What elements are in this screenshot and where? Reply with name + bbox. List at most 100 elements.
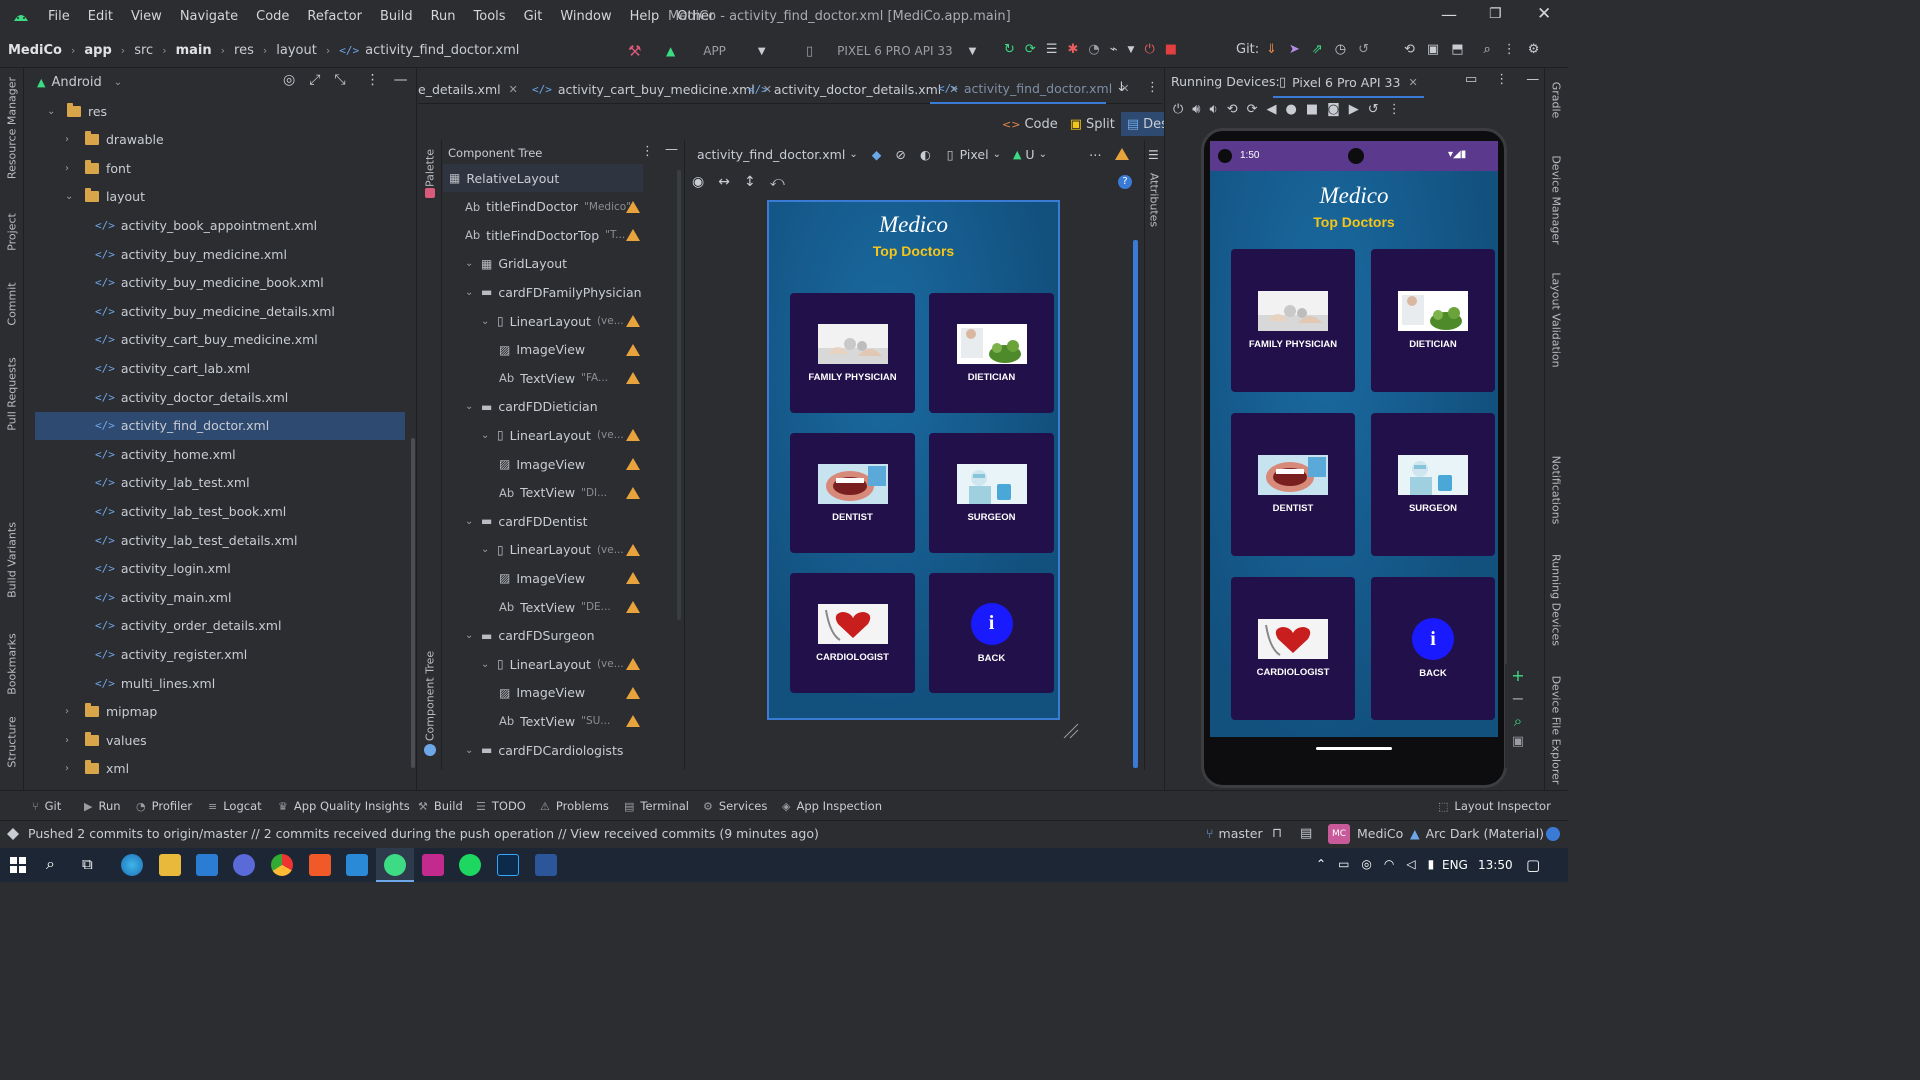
tool-tab-resource-manager[interactable]: Resource Manager	[6, 77, 19, 179]
hide-panel-icon[interactable]: —	[665, 142, 678, 157]
warning-icon[interactable]	[626, 343, 640, 356]
breadcrumb-item[interactable]: app	[84, 43, 111, 58]
search-icon[interactable]: ⌕	[46, 854, 55, 874]
git-update-icon[interactable]: ⇓	[1266, 42, 1277, 57]
component-tree-node[interactable]: ⌄ ▬ cardFDDentist	[443, 507, 643, 535]
device-preview-selector[interactable]: Pixel	[960, 147, 989, 162]
settings-icon[interactable]: ⚙	[1528, 42, 1540, 57]
tool-tab-layout-validation[interactable]: Layout Validation	[1550, 272, 1563, 367]
tool-tab-project[interactable]: Project	[6, 213, 19, 251]
android-studio-icon[interactable]	[384, 854, 406, 876]
project-file-item[interactable]: </> activity_buy_medicine.xml	[25, 240, 405, 268]
brave-icon[interactable]	[309, 854, 331, 876]
chevron-down-icon[interactable]: ⌄	[465, 258, 477, 269]
tool-window-app-quality-insights[interactable]: ♛ App Quality Insights	[278, 791, 410, 821]
attributes-tab[interactable]: Attributes	[1148, 173, 1161, 227]
help-icon[interactable]: ?	[1118, 175, 1132, 189]
volume-up-icon[interactable]: 🔊︎	[1192, 102, 1200, 117]
reset-icon[interactable]: ↺	[1368, 102, 1379, 117]
meet-now-icon[interactable]: ◎	[1361, 857, 1371, 871]
tool-window-layout-inspector[interactable]: ⬚ Layout Inspector	[1438, 791, 1551, 821]
component-tree-node[interactable]: ▨ ImageView	[443, 336, 643, 364]
chevron-down-icon[interactable]: ⌄	[465, 287, 477, 298]
new-tab-icon[interactable]: ▭	[1465, 72, 1477, 87]
tool-tab-gradle[interactable]: Gradle	[1550, 82, 1563, 119]
menu-git[interactable]: Git	[524, 9, 543, 24]
design-preview[interactable]: Medico Top Doctors FAMILY PHYSICIAN DIETI…	[767, 200, 1060, 720]
warning-icon[interactable]	[626, 686, 640, 699]
device-tab[interactable]: ▯ Pixel 6 Pro API 33 ✕	[1273, 68, 1424, 98]
device-selector[interactable]: ▯ PIXEL 6 PRO API 33 ▼	[796, 38, 992, 64]
gesture-handle[interactable]	[1316, 747, 1392, 750]
warning-icon[interactable]	[626, 315, 640, 327]
split-mode-button[interactable]: ▣ Split	[1064, 117, 1121, 132]
battery-status-icon[interactable]: ▮	[1428, 857, 1435, 871]
file-explorer-icon[interactable]	[159, 854, 181, 876]
doctor-card-back[interactable]: i BACK	[929, 573, 1054, 693]
collapse-all-icon[interactable]: ⤡	[334, 72, 345, 88]
wifi-icon[interactable]: ◠	[1384, 857, 1394, 871]
home-icon[interactable]: ●	[1286, 102, 1297, 117]
tool-window-terminal[interactable]: ▤ Terminal	[624, 791, 689, 821]
tool-tab-bookmarks[interactable]: Bookmarks	[6, 633, 19, 694]
project-file-item[interactable]: </> activity_lab_test.xml	[25, 469, 405, 497]
breadcrumb-item[interactable]: src	[134, 43, 153, 58]
chevron-right-icon[interactable]: ›	[65, 706, 79, 717]
doctor-card-back[interactable]: i BACK	[1371, 577, 1495, 720]
api-selector[interactable]: U	[1025, 147, 1034, 162]
menu-navigate[interactable]: Navigate	[180, 9, 238, 24]
breadcrumb-item[interactable]: MediCo	[8, 43, 62, 58]
debug-icon[interactable]: ✱	[1067, 42, 1078, 57]
editor-tab[interactable]: </> activity_doctor_details.xml ✕	[740, 74, 958, 104]
maximize-button[interactable]: ❐	[1489, 6, 1502, 22]
theme-widget[interactable]: ▲ Arc Dark (Material)	[1410, 826, 1544, 841]
project-file-item[interactable]: </> activity_find_doctor.xml	[35, 411, 405, 440]
zoom-in-icon[interactable]: +	[1505, 666, 1531, 685]
zoom-fit-icon[interactable]: ⌕	[1505, 712, 1531, 730]
tool-window-profiler[interactable]: ◔ Profiler	[136, 791, 192, 821]
component-tree-node[interactable]: ▨ ImageView	[443, 450, 643, 478]
component-tree-node[interactable]: ⌄ ▬ cardFDFamilyPhysician	[443, 278, 643, 306]
volume-down-icon[interactable]: 🔉︎	[1210, 102, 1218, 117]
project-folder-item[interactable]: › xml	[25, 755, 405, 783]
tool-window-logcat[interactable]: ≡ Logcat	[208, 791, 262, 821]
doctor-card-family-physician[interactable]: FAMILY PHYSICIAN	[1231, 249, 1355, 392]
windows-start-icon[interactable]	[10, 857, 26, 873]
expand-all-icon[interactable]: ⤢	[309, 72, 320, 88]
chevron-down-icon[interactable]: ⌄	[465, 630, 477, 641]
component-tree-node[interactable]: ⌄ ▬ cardFDDietician	[443, 393, 643, 421]
component-tree-node[interactable]: ⌄ ▯ LinearLayout (ve...	[443, 650, 643, 678]
more-tabs-icon[interactable]: ↓	[1116, 80, 1127, 95]
menu-edit[interactable]: Edit	[88, 9, 113, 24]
clock[interactable]: 13:50	[1478, 858, 1513, 872]
rotate-left-icon[interactable]: ⟲	[1227, 102, 1238, 117]
editor-tab[interactable]: </> activity_cart_buy_medicine.xml ✕	[524, 74, 772, 104]
overview-icon[interactable]: ■	[1306, 102, 1318, 117]
camera-icon[interactable]: ◙	[1327, 102, 1340, 117]
warning-icon[interactable]	[626, 572, 640, 585]
device-manager-icon[interactable]: ▣	[1427, 42, 1439, 57]
menu-file[interactable]: File	[48, 9, 70, 24]
doctor-card-dietician[interactable]: DIETICIAN	[1371, 249, 1495, 392]
edge-icon[interactable]	[121, 854, 143, 876]
project-file-item[interactable]: </> activity_lab_test_details.xml	[25, 526, 405, 554]
tool-tab-build-variants[interactable]: Build Variants	[6, 522, 19, 598]
zoom-out-icon[interactable]: −	[1505, 689, 1531, 708]
power-icon[interactable]: ⏻	[1144, 42, 1154, 57]
project-file-item[interactable]: </> activity_login.xml	[25, 555, 405, 583]
lock-icon[interactable]: ⊓	[1272, 826, 1282, 841]
resize-handle-icon[interactable]	[1062, 722, 1080, 740]
doctor-card-cardiologist[interactable]: CARDIOLOGIST	[1231, 577, 1355, 720]
options-icon[interactable]: ⋮	[1495, 72, 1508, 87]
doctor-card-dentist[interactable]: DENTIST	[790, 433, 915, 553]
breadcrumb-item[interactable]: res	[234, 43, 254, 58]
warning-icon[interactable]	[626, 200, 640, 213]
clear-constraints-icon[interactable]: ⤺	[770, 174, 785, 190]
doctor-card-dietician[interactable]: DIETICIAN	[929, 293, 1054, 413]
chevron-down-icon[interactable]: ⌄	[481, 430, 493, 441]
project-file-item[interactable]: </> activity_buy_medicine_details.xml	[25, 297, 405, 325]
orientation-icon[interactable]: ⊘	[895, 147, 905, 162]
chevron-down-icon[interactable]: ▼	[1128, 45, 1135, 55]
sync-icon[interactable]: ⟲	[1404, 42, 1415, 57]
warning-icon[interactable]	[626, 543, 640, 556]
